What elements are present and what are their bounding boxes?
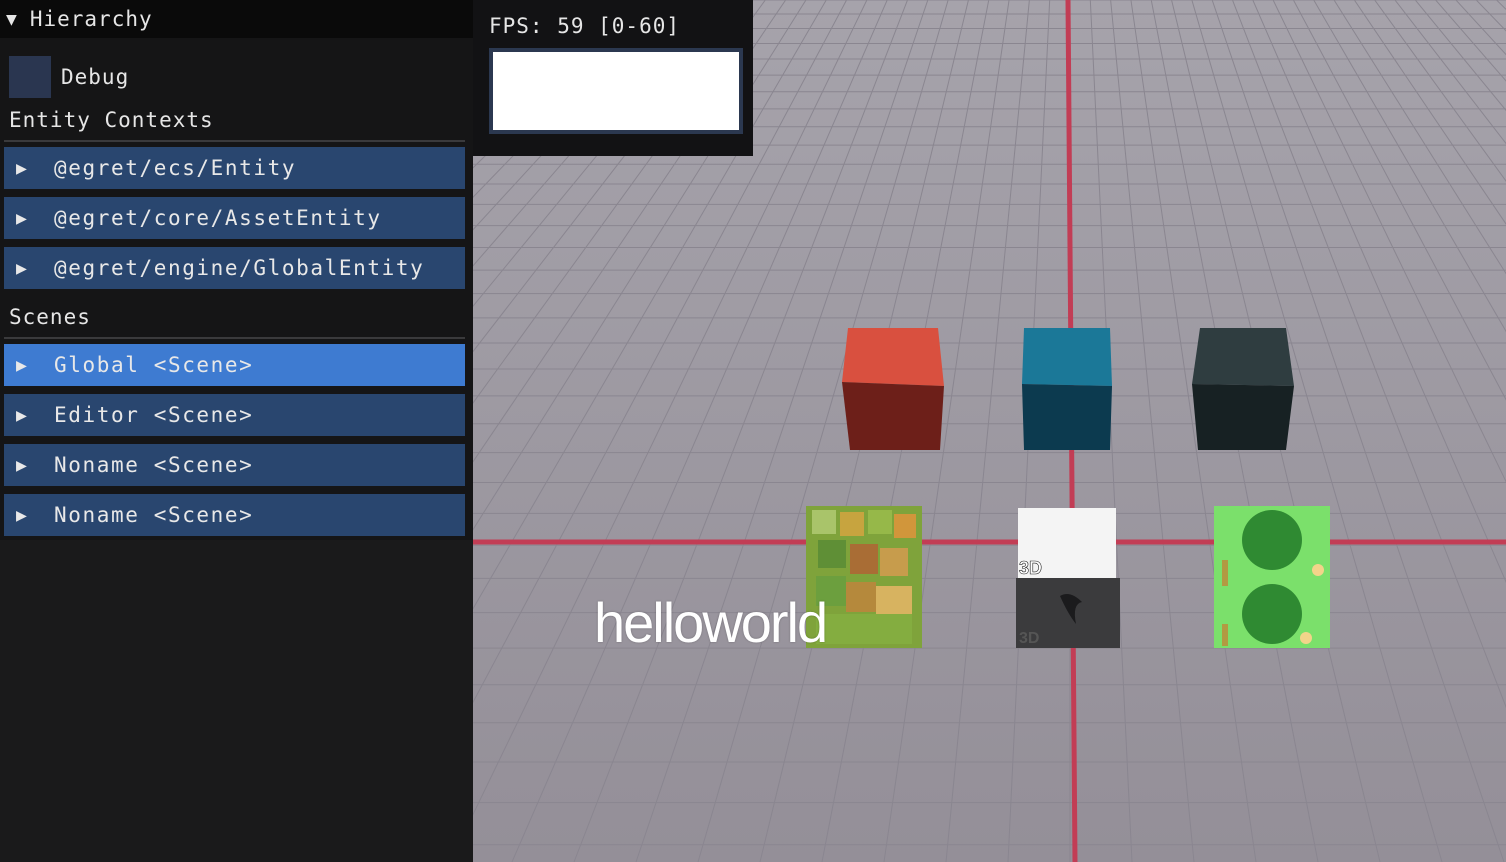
expand-arrow-icon[interactable]: ▶ bbox=[16, 455, 32, 476]
tree-node-noname-scene[interactable]: ▶ Noname <Scene> bbox=[4, 494, 465, 536]
expand-arrow-icon[interactable]: ▶ bbox=[16, 505, 32, 526]
3d-badge-top: 3D bbox=[1019, 558, 1042, 578]
expand-arrow-icon[interactable]: ▶ bbox=[16, 258, 32, 279]
debug-toggle-row[interactable]: Debug bbox=[0, 54, 473, 100]
helloworld-text: helloworld bbox=[594, 591, 828, 654]
scenes-separator bbox=[4, 337, 465, 339]
tree-node-engine-global-entity[interactable]: ▶ @egret/engine/GlobalEntity bbox=[4, 247, 465, 289]
3d-logo-cube[interactable]: 3D 3D bbox=[1016, 508, 1120, 648]
fps-overlay: FPS: 59 [0-60] bbox=[473, 0, 753, 156]
hierarchy-titlebar[interactable]: ▼ Hierarchy bbox=[0, 0, 473, 38]
entity-contexts-heading: Entity Contexts bbox=[9, 108, 214, 132]
hierarchy-title: Hierarchy bbox=[29, 7, 153, 31]
debug-label: Debug bbox=[61, 65, 130, 89]
tree-node-core-asset-entity[interactable]: ▶ @egret/core/AssetEntity bbox=[4, 197, 465, 239]
red-cube[interactable] bbox=[842, 328, 944, 450]
fps-graph bbox=[489, 48, 743, 134]
dark-cube[interactable] bbox=[1192, 328, 1294, 450]
tree-node-label: Noname <Scene> bbox=[54, 503, 254, 527]
entity-contexts-separator bbox=[4, 140, 465, 142]
collapse-triangle-icon[interactable]: ▼ bbox=[6, 9, 18, 30]
scenes-heading: Scenes bbox=[9, 305, 91, 329]
hierarchy-panel: ▼ Hierarchy Debug Entity Contexts ▶ @egr… bbox=[0, 0, 473, 862]
fps-readout: FPS: 59 [0-60] bbox=[489, 14, 681, 38]
tree-node-label: Noname <Scene> bbox=[54, 453, 254, 477]
tree-node-editor-scene[interactable]: ▶ Editor <Scene> bbox=[4, 394, 465, 436]
green-plant-cube[interactable] bbox=[1214, 506, 1330, 648]
blue-cube[interactable] bbox=[1022, 328, 1112, 450]
tree-node-label: Global <Scene> bbox=[54, 353, 254, 377]
expand-arrow-icon[interactable]: ▶ bbox=[16, 355, 32, 376]
tree-node-label: Editor <Scene> bbox=[54, 403, 254, 427]
expand-arrow-icon[interactable]: ▶ bbox=[16, 158, 32, 179]
tree-node-label: @egret/ecs/Entity bbox=[54, 156, 297, 180]
debug-checkbox[interactable] bbox=[9, 56, 51, 98]
expand-arrow-icon[interactable]: ▶ bbox=[16, 405, 32, 426]
tree-node-global-scene[interactable]: ▶ Global <Scene> bbox=[4, 344, 465, 386]
tree-node-noname-scene[interactable]: ▶ Noname <Scene> bbox=[4, 444, 465, 486]
tree-node-label: @egret/engine/GlobalEntity bbox=[54, 256, 425, 280]
3d-badge-bottom: 3D bbox=[1019, 630, 1039, 647]
tree-node-ecs-entity[interactable]: ▶ @egret/ecs/Entity bbox=[4, 147, 465, 189]
hierarchy-empty-area bbox=[0, 540, 473, 862]
expand-arrow-icon[interactable]: ▶ bbox=[16, 208, 32, 229]
tree-node-label: @egret/core/AssetEntity bbox=[54, 206, 382, 230]
